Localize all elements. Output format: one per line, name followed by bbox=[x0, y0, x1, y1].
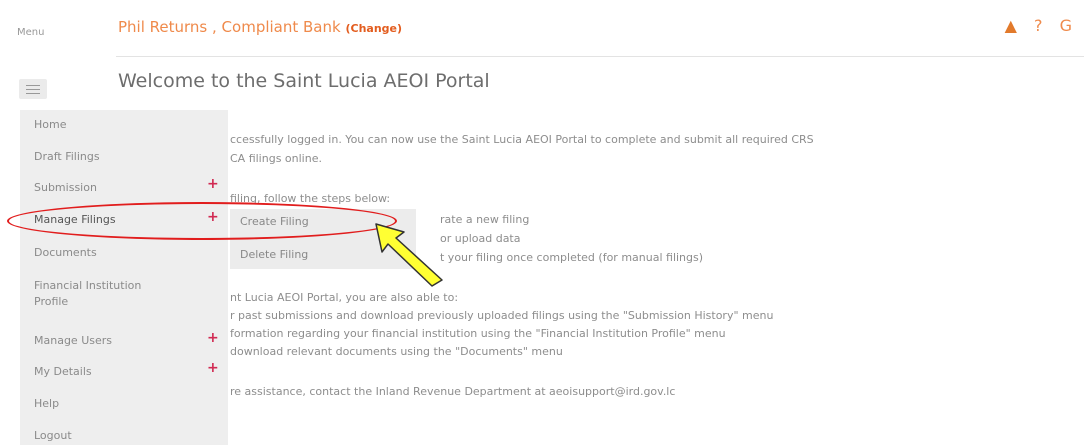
header-icons: ▲ ? G bbox=[1005, 16, 1084, 35]
help-icon[interactable]: ? bbox=[1034, 16, 1043, 35]
step-2: or upload data bbox=[440, 232, 521, 245]
expand-submission-icon[interactable]: + bbox=[207, 176, 219, 192]
sidebar-item-submission[interactable]: Submission bbox=[34, 181, 97, 194]
logout-icon[interactable]: G bbox=[1060, 16, 1072, 35]
sidebar-item-help[interactable]: Help bbox=[34, 397, 59, 410]
expand-manage-users-icon[interactable]: + bbox=[207, 330, 219, 346]
change-link[interactable]: (Change) bbox=[345, 22, 402, 35]
intro-line-1: ccessfully logged in. You can now use th… bbox=[230, 133, 814, 146]
sidebar-item-logout[interactable]: Logout bbox=[34, 429, 72, 442]
hamburger-icon[interactable] bbox=[19, 79, 47, 99]
org-name: Phil Returns , Compliant Bank bbox=[118, 18, 341, 36]
user-icon[interactable]: ▲ bbox=[1005, 16, 1017, 35]
highlight-oval bbox=[7, 202, 397, 240]
submenu-delete-filing[interactable]: Delete Filing bbox=[240, 248, 308, 261]
step-1: rate a new filing bbox=[440, 213, 530, 226]
also-able-intro: nt Lucia AEOI Portal, you are also able … bbox=[230, 291, 459, 304]
header-divider bbox=[116, 56, 1084, 57]
intro-line-2: CA filings online. bbox=[230, 152, 322, 165]
expand-my-details-icon[interactable]: + bbox=[207, 360, 219, 376]
sidebar-item-draft-filings[interactable]: Draft Filings bbox=[34, 150, 100, 163]
sidebar-item-financial-institution[interactable]: Financial Institution bbox=[34, 279, 141, 292]
page-title: Welcome to the Saint Lucia AEOI Portal bbox=[118, 70, 490, 92]
menu-label: Menu bbox=[17, 27, 45, 38]
assistance-line: re assistance, contact the Inland Revenu… bbox=[230, 385, 676, 398]
sidebar-item-profile[interactable]: Profile bbox=[34, 295, 68, 308]
sidebar-item-manage-users[interactable]: Manage Users bbox=[34, 334, 112, 347]
sidebar: Home Draft Filings Submission Manage Fil… bbox=[20, 110, 228, 445]
step-3: t your filing once completed (for manual… bbox=[440, 251, 704, 264]
sidebar-item-my-details[interactable]: My Details bbox=[34, 365, 92, 378]
ability-2: formation regarding your financial insti… bbox=[230, 327, 726, 340]
sidebar-item-documents[interactable]: Documents bbox=[34, 246, 97, 259]
ability-1: r past submissions and download previous… bbox=[230, 309, 774, 322]
org-title: Phil Returns , Compliant Bank (Change) bbox=[118, 18, 402, 36]
sidebar-item-home[interactable]: Home bbox=[34, 118, 66, 131]
pointer-arrow-icon bbox=[375, 223, 443, 287]
ability-3: download relevant documents using the "D… bbox=[230, 345, 563, 358]
